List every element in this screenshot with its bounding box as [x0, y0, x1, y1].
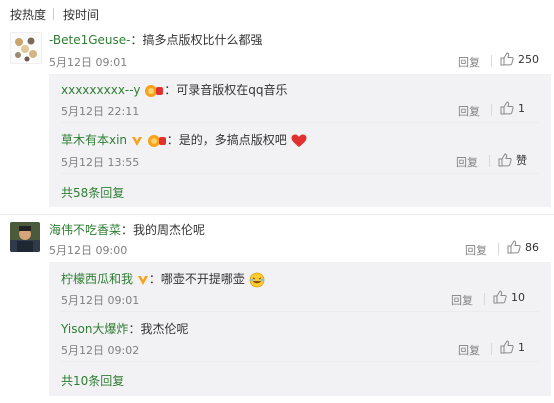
reply-text: ：我杰伦呢 [128, 322, 189, 336]
reply-divider [61, 122, 539, 123]
action-divider [498, 243, 499, 255]
thumbs-up-icon [500, 101, 514, 115]
comment-body: -Bete1Geuse-：搞多点版权比什么都强 [49, 31, 263, 48]
comment-author[interactable]: 海伟不吃香菜 [49, 223, 121, 237]
vip-badge-icon [145, 84, 164, 97]
thumbs-up-icon [500, 340, 514, 354]
like-button[interactable]: 10 [493, 290, 525, 306]
sort-separator [53, 8, 54, 20]
like-count: 10 [511, 290, 525, 304]
like-count: 赞 [516, 154, 527, 167]
reply-author[interactable]: Yison大爆炸 [61, 322, 128, 336]
reply-button[interactable]: 回复 [458, 342, 480, 358]
action-divider [491, 104, 492, 116]
sort-by-hot-tab[interactable]: 按热度 [10, 6, 46, 23]
like-button[interactable]: 1 [500, 340, 525, 356]
like-button[interactable]: 赞 [498, 152, 527, 168]
thumbs-up-icon [493, 290, 507, 304]
like-button[interactable]: 86 [507, 240, 539, 256]
reply-time: 5月12日 09:01 [61, 294, 140, 307]
reply-text: ：是的，多搞点版权吧 [166, 133, 287, 147]
action-divider [484, 293, 485, 305]
vip-badge-icon [147, 134, 166, 147]
comment-divider [0, 214, 554, 215]
sort-by-time-tab[interactable]: 按时间 [63, 6, 99, 23]
reply-time: 5月12日 13:55 [61, 156, 140, 169]
reply-button[interactable]: 回复 [451, 292, 473, 308]
action-divider [489, 155, 490, 167]
action-divider [491, 55, 492, 67]
reply-text: ：可录音版权在qq音乐 [164, 83, 288, 97]
reply-button[interactable]: 回复 [458, 103, 480, 119]
more-replies-link[interactable]: 共58条回复 [61, 184, 124, 201]
avatar[interactable] [10, 32, 42, 64]
reply-body: 草木有本xin ：是的，多搞点版权吧 [61, 131, 307, 148]
like-button[interactable]: 1 [500, 101, 525, 117]
like-count: 250 [518, 52, 539, 66]
reply-author[interactable]: 柠檬西瓜和我 [61, 272, 133, 286]
reply-button[interactable]: 回复 [456, 154, 478, 170]
avatar[interactable] [10, 222, 40, 252]
like-count: 86 [525, 240, 539, 254]
reply-divider [61, 361, 539, 362]
heart-icon [291, 134, 307, 147]
reply-body: xxxxxxxxx--y ：可录音版权在qq音乐 [61, 81, 288, 98]
more-replies-link[interactable]: 共10条回复 [61, 372, 124, 389]
action-divider [491, 343, 492, 355]
comment-body: 海伟不吃香菜：我的周杰伦呢 [49, 221, 205, 238]
comment-text: ：我的周杰伦呢 [121, 223, 206, 237]
reply-time: 5月12日 09:02 [61, 344, 140, 357]
thumbs-up-icon [507, 240, 521, 254]
comment-text: ：搞多点版权比什么都强 [130, 33, 263, 47]
reply-author[interactable]: 草木有本xin [61, 133, 127, 147]
verified-v-icon [131, 136, 142, 146]
reply-text: ：哪壶不开提哪壶 [148, 272, 245, 286]
reply-body: 柠檬西瓜和我 ：哪壶不开提哪壶 [61, 270, 265, 288]
emoji-laugh-icon [249, 272, 265, 287]
thumbs-up-icon [500, 52, 514, 66]
reply-divider [61, 173, 539, 174]
comment-time: 5月12日 09:01 [49, 56, 128, 69]
like-count: 1 [518, 101, 525, 115]
reply-body: Yison大爆炸：我杰伦呢 [61, 320, 188, 337]
reply-button[interactable]: 回复 [465, 242, 487, 258]
reply-time: 5月12日 22:11 [61, 105, 140, 118]
comment-time: 5月12日 09:00 [49, 244, 128, 257]
reply-divider [61, 311, 539, 312]
reply-button[interactable]: 回复 [458, 54, 480, 70]
comment-author[interactable]: -Bete1Geuse- [49, 33, 131, 47]
like-count: 1 [518, 340, 525, 354]
like-button[interactable]: 250 [500, 52, 539, 68]
verified-v-icon [137, 275, 148, 285]
reply-author[interactable]: xxxxxxxxx--y [61, 83, 140, 97]
thumbs-up-icon [498, 153, 512, 167]
